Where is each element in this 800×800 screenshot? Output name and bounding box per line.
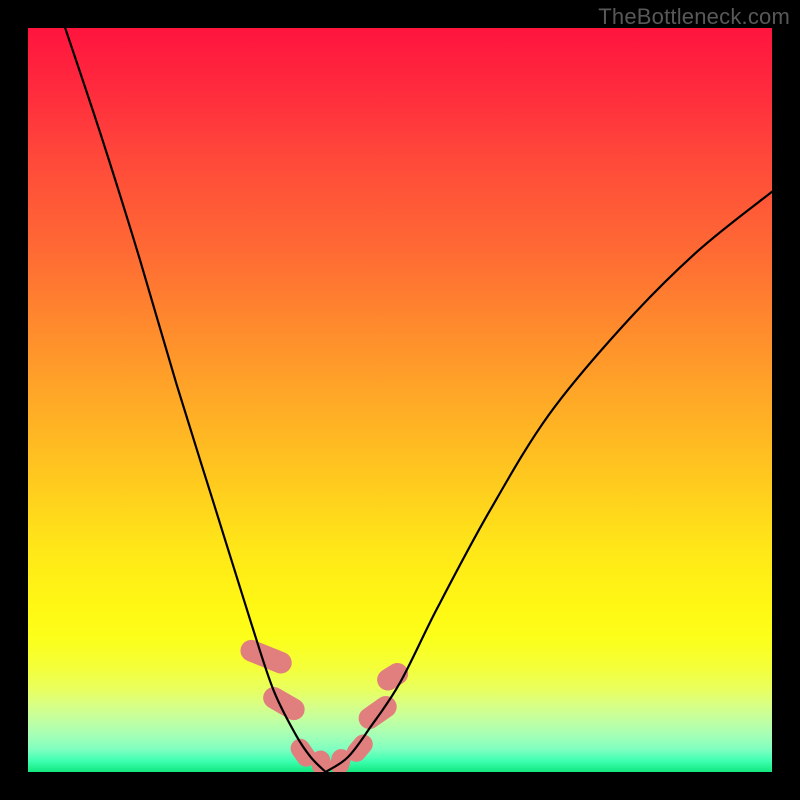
left-pill-lower [259,683,308,724]
frame: TheBottleneck.com [0,0,800,800]
plot-area [28,28,772,772]
right-pill-upper [373,659,412,695]
right-pill-lower [354,692,401,734]
curve-layer [28,28,772,772]
watermark: TheBottleneck.com [598,4,790,30]
